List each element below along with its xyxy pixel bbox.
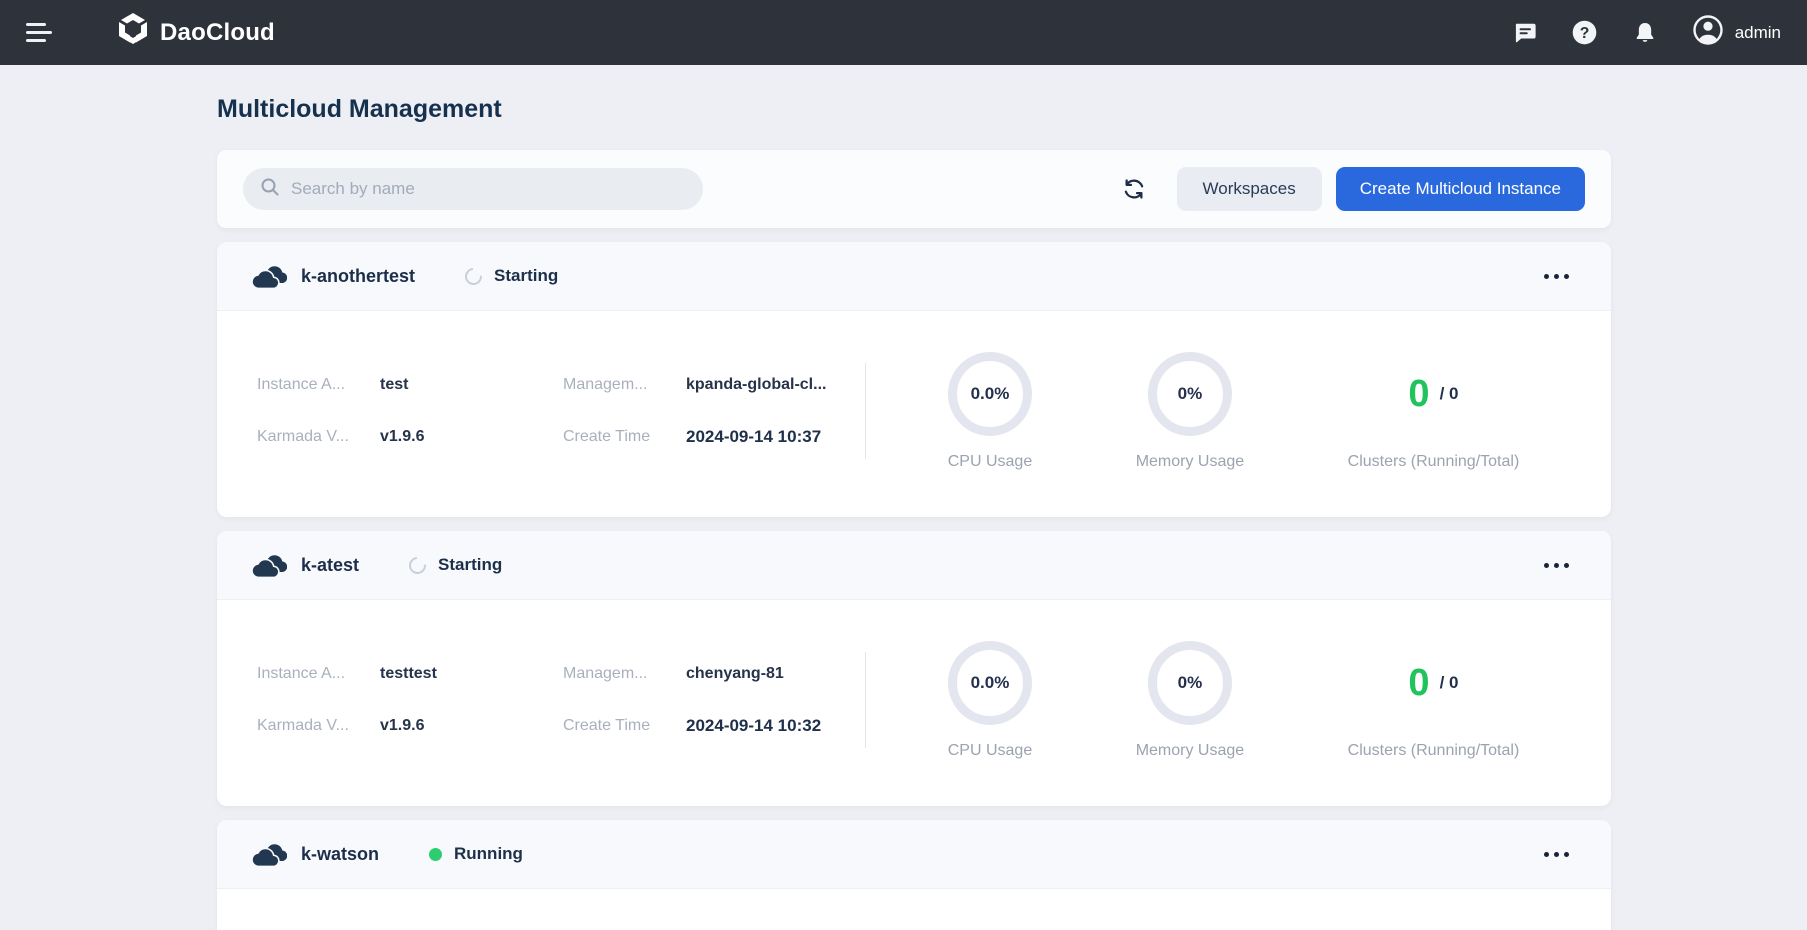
help-icon[interactable]: ?: [1571, 19, 1599, 47]
memory-usage-stat: 0% Memory Usage: [1136, 640, 1244, 760]
cpu-usage-stat: 0.0% CPU Usage: [948, 351, 1032, 471]
page-title: Multicloud Management: [217, 95, 1611, 124]
brand-name: DaoCloud: [160, 19, 275, 47]
clusters-label: Clusters (Running/Total): [1348, 453, 1520, 471]
memory-usage-stat: 0% Memory Usage: [1136, 351, 1244, 471]
cloud-icon: [251, 841, 287, 867]
field-label-management: Managem...: [563, 665, 686, 683]
field-value-management: kpanda-global-cl...: [686, 376, 857, 394]
field-label-management: Managem...: [563, 376, 686, 394]
chat-icon[interactable]: [1511, 19, 1539, 47]
more-actions-icon[interactable]: [1536, 555, 1577, 576]
field-value-create-time: 2024-09-14 10:37: [686, 427, 857, 447]
top-bar: DaoCloud ?: [0, 0, 1807, 65]
status-text: Running: [454, 844, 523, 864]
clusters-running-count: 0: [1408, 662, 1429, 705]
instance-name[interactable]: k-atest: [301, 555, 359, 576]
more-actions-icon[interactable]: [1536, 266, 1577, 287]
status-badge: Running: [429, 844, 523, 864]
field-label-instance-alias: Instance A...: [257, 376, 380, 394]
main-content: Multicloud Management Workspaces Create …: [217, 65, 1611, 930]
field-value-management: chenyang-81: [686, 665, 857, 683]
instance-card: k-atest Starting Instance A... testtest …: [217, 531, 1611, 806]
status-text: Starting: [494, 266, 558, 286]
user-menu[interactable]: admin: [1691, 13, 1781, 52]
toolbar: Workspaces Create Multicloud Instance: [217, 150, 1611, 228]
cpu-value: 0.0%: [971, 384, 1010, 404]
instance-name[interactable]: k-watson: [301, 844, 379, 865]
field-label-create-time: Create Time: [563, 428, 686, 446]
instance-card: k-anothertest Starting Instance A... tes…: [217, 242, 1611, 517]
field-label-create-time: Create Time: [563, 717, 686, 735]
cloud-icon: [251, 552, 287, 578]
daocloud-logo-icon: [116, 12, 150, 53]
more-actions-icon[interactable]: [1536, 844, 1577, 865]
clusters-stat: 0 / 0 Clusters (Running/Total): [1348, 640, 1520, 760]
field-label-karmada-version: Karmada V...: [257, 717, 380, 735]
clusters-total-count: / 0: [1440, 673, 1459, 693]
field-label-karmada-version: Karmada V...: [257, 428, 380, 446]
brand[interactable]: DaoCloud: [116, 12, 275, 53]
cpu-usage-stat: 0.0% CPU Usage: [948, 640, 1032, 760]
clusters-running-count: 0: [1408, 373, 1429, 416]
field-value-instance-alias: testtest: [380, 665, 563, 683]
svg-text:?: ?: [1580, 25, 1590, 42]
card-body: Instance A... test Managem... kpanda-glo…: [217, 311, 1611, 517]
memory-value: 0%: [1178, 384, 1203, 404]
bell-icon[interactable]: [1631, 19, 1659, 47]
card-header: k-anothertest Starting: [217, 242, 1611, 311]
running-dot-icon: [429, 848, 442, 861]
cpu-label: CPU Usage: [948, 453, 1032, 471]
instance-card: k-watson Running Instance A... watson Ma…: [217, 820, 1611, 930]
cpu-value: 0.0%: [971, 673, 1010, 693]
field-value-karmada-version: v1.9.6: [380, 717, 563, 735]
workspaces-button[interactable]: Workspaces: [1177, 167, 1322, 211]
memory-gauge: 0%: [1148, 352, 1232, 436]
search-box[interactable]: [243, 168, 703, 210]
starting-spinner-icon: [406, 553, 430, 577]
card-body: Instance A... testtest Managem... chenya…: [217, 600, 1611, 806]
create-multicloud-instance-button[interactable]: Create Multicloud Instance: [1336, 167, 1585, 211]
instance-fields: Instance A... testtest Managem... chenya…: [257, 665, 857, 736]
memory-label: Memory Usage: [1136, 453, 1244, 471]
instance-name[interactable]: k-anothertest: [301, 266, 415, 287]
card-header: k-watson Running: [217, 820, 1611, 889]
field-label-instance-alias: Instance A...: [257, 665, 380, 683]
instance-fields: Instance A... test Managem... kpanda-glo…: [257, 376, 857, 447]
status-badge: Starting: [409, 555, 502, 575]
memory-value: 0%: [1178, 673, 1203, 693]
card-body: Instance A... watson Managem... kpanda-g…: [217, 889, 1611, 930]
field-value-karmada-version: v1.9.6: [380, 428, 563, 446]
instance-stats: 0.0% CPU Usage 0% Memory Usage 0 / 0 Clu…: [866, 351, 1571, 471]
refresh-icon[interactable]: [1117, 172, 1151, 206]
cpu-label: CPU Usage: [948, 742, 1032, 760]
cpu-gauge: 0.0%: [948, 641, 1032, 725]
card-header: k-atest Starting: [217, 531, 1611, 600]
user-name: admin: [1735, 23, 1781, 43]
search-input[interactable]: [291, 179, 687, 199]
cpu-gauge: 0.0%: [948, 352, 1032, 436]
clusters-label: Clusters (Running/Total): [1348, 742, 1520, 760]
field-value-create-time: 2024-09-14 10:32: [686, 716, 857, 736]
instance-stats: 0.0% CPU Usage 0% Memory Usage 0 / 0 Clu…: [866, 640, 1571, 760]
clusters-stat: 0 / 0 Clusters (Running/Total): [1348, 351, 1520, 471]
field-value-instance-alias: test: [380, 376, 563, 394]
cloud-icon: [251, 263, 287, 289]
status-badge: Starting: [465, 266, 558, 286]
clusters-total-count: / 0: [1440, 384, 1459, 404]
avatar-icon: [1691, 13, 1725, 52]
menu-icon[interactable]: [26, 21, 56, 45]
status-text: Starting: [438, 555, 502, 575]
memory-label: Memory Usage: [1136, 742, 1244, 760]
search-icon: [259, 176, 281, 203]
memory-gauge: 0%: [1148, 641, 1232, 725]
starting-spinner-icon: [462, 264, 486, 288]
